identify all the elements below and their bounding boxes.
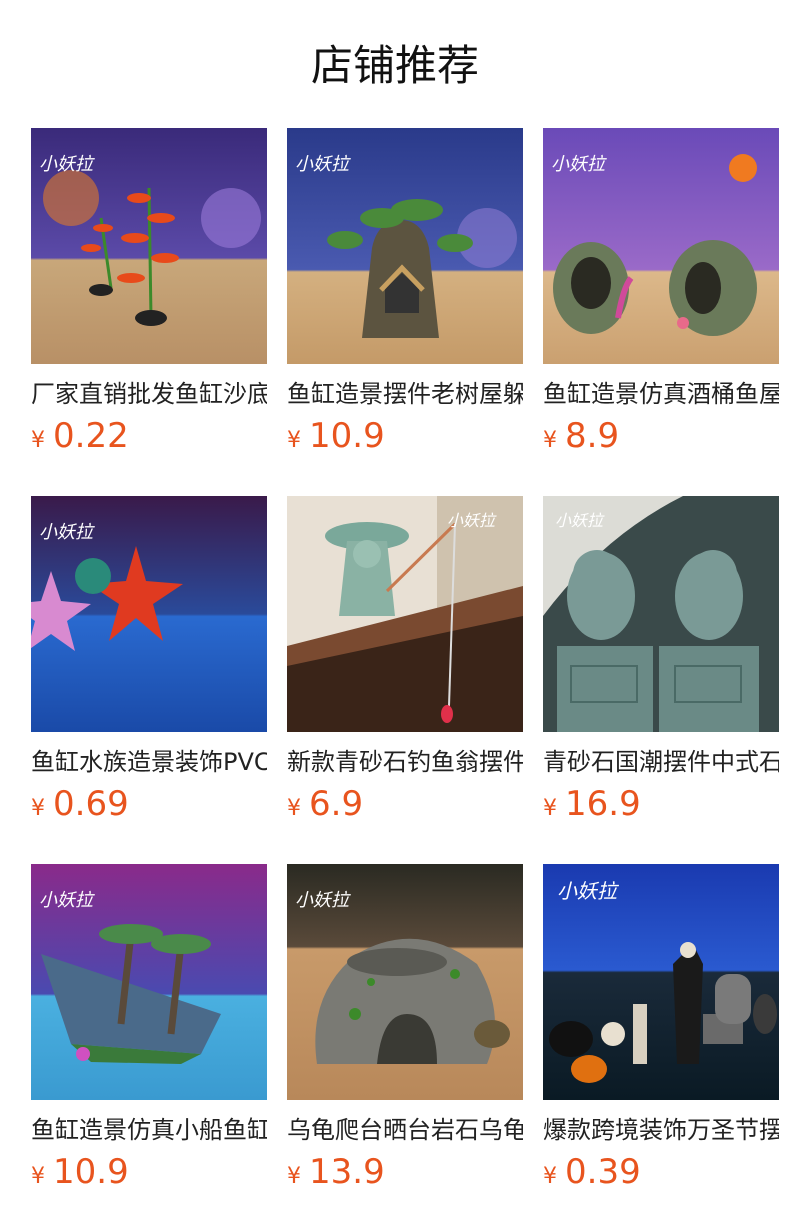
- product-image[interactable]: 小妖拉: [543, 496, 779, 732]
- currency-symbol: ¥: [287, 796, 301, 821]
- svg-text:小妖拉: 小妖拉: [39, 522, 95, 543]
- product-price: ¥10.9: [287, 416, 385, 460]
- svg-text:小妖拉: 小妖拉: [39, 890, 95, 911]
- product-name[interactable]: 乌龟爬台晒台岩石乌龟躲避: [287, 1112, 523, 1148]
- product-image[interactable]: 小妖拉: [287, 864, 523, 1100]
- currency-symbol: ¥: [287, 1164, 301, 1189]
- price-amount: 10.9: [309, 416, 385, 456]
- product-price: ¥13.9: [287, 1152, 385, 1196]
- price-amount: 10.9: [53, 1152, 129, 1192]
- price-amount: 13.9: [309, 1152, 385, 1192]
- product-image[interactable]: 小妖拉: [543, 128, 779, 364]
- product-name[interactable]: 新款青砂石钓鱼翁摆件装饰: [287, 744, 523, 780]
- product-price: ¥0.39: [543, 1152, 641, 1196]
- price-amount: 0.69: [53, 784, 129, 824]
- product-name[interactable]: 鱼缸水族造景装饰PVC海星: [31, 744, 267, 780]
- product-name[interactable]: 鱼缸造景仿真小船鱼缸装饰: [31, 1112, 267, 1148]
- currency-symbol: ¥: [543, 428, 557, 453]
- svg-text:小妖拉: 小妖拉: [295, 890, 351, 911]
- product-price: ¥8.9: [543, 416, 619, 460]
- currency-symbol: ¥: [31, 796, 45, 821]
- product-image[interactable]: 小妖拉: [287, 128, 523, 364]
- price-amount: 0.22: [53, 416, 129, 456]
- product-price: ¥0.69: [31, 784, 129, 828]
- brand-logo: 小妖拉: [295, 154, 351, 175]
- product-image[interactable]: 小妖拉: [31, 496, 267, 732]
- brand-logo: 小妖拉: [551, 154, 607, 175]
- price-amount: 6.9: [309, 784, 364, 824]
- svg-text:小妖拉: 小妖拉: [295, 154, 351, 175]
- product-price: ¥10.9: [31, 1152, 129, 1196]
- brand-logo: 小妖拉: [39, 890, 95, 911]
- svg-text:小妖拉: 小妖拉: [447, 511, 497, 530]
- svg-text:小妖拉: 小妖拉: [551, 154, 607, 175]
- brand-logo: 小妖拉: [555, 511, 605, 530]
- svg-text:小妖拉: 小妖拉: [555, 511, 605, 530]
- product-card[interactable]: 小妖拉 鱼缸水族造景装饰PVC海星 ¥0.69: [31, 496, 267, 836]
- price-amount: 8.9: [565, 416, 620, 456]
- currency-symbol: ¥: [543, 796, 557, 821]
- product-name[interactable]: 厂家直销批发鱼缸沙底水草: [31, 376, 267, 412]
- product-card[interactable]: 小妖拉 鱼缸造景仿真酒桶鱼屋装饰 ¥8.9: [543, 128, 779, 468]
- product-image[interactable]: 小妖拉: [31, 128, 267, 364]
- product-name[interactable]: 青砂石国潮摆件中式石狮子: [543, 744, 779, 780]
- product-card[interactable]: 小妖拉 厂家直销批发鱼缸沙底水草 ¥0.22: [31, 128, 267, 468]
- price-amount: 0.39: [565, 1152, 641, 1192]
- currency-symbol: ¥: [31, 428, 45, 453]
- brand-logo: 小妖拉: [39, 522, 95, 543]
- price-amount: 16.9: [565, 784, 641, 824]
- currency-symbol: ¥: [287, 428, 301, 453]
- product-card[interactable]: 小妖拉 鱼缸造景仿真小船鱼缸装饰 ¥10.9: [31, 864, 267, 1204]
- brand-logo: 小妖拉: [295, 890, 351, 911]
- product-image[interactable]: 小妖拉: [31, 864, 267, 1100]
- product-price: ¥16.9: [543, 784, 641, 828]
- svg-text:小妖拉: 小妖拉: [557, 879, 620, 903]
- product-card[interactable]: 小妖拉 爆款跨境装饰万圣节摆件 ¥0.39: [543, 864, 779, 1204]
- product-card[interactable]: 小妖拉 新款青砂石钓鱼翁摆件装饰 ¥6.9: [287, 496, 523, 836]
- brand-logo: 小妖拉: [39, 154, 95, 175]
- product-name[interactable]: 爆款跨境装饰万圣节摆件: [543, 1112, 779, 1148]
- product-card[interactable]: 小妖拉 乌龟爬台晒台岩石乌龟躲避 ¥13.9: [287, 864, 523, 1204]
- brand-logo: 小妖拉: [447, 511, 497, 530]
- product-card[interactable]: 小妖拉 青砂石国潮摆件中式石狮子 ¥16.9: [543, 496, 779, 836]
- product-name[interactable]: 鱼缸造景仿真酒桶鱼屋装饰: [543, 376, 779, 412]
- product-card[interactable]: 小妖拉 鱼缸造景摆件老树屋躲避屋 ¥10.9: [287, 128, 523, 468]
- brand-logo: 小妖拉: [557, 879, 620, 903]
- product-name[interactable]: 鱼缸造景摆件老树屋躲避屋: [287, 376, 523, 412]
- product-image[interactable]: 小妖拉: [543, 864, 779, 1100]
- product-image[interactable]: 小妖拉: [287, 496, 523, 732]
- svg-text:小妖拉: 小妖拉: [39, 154, 95, 175]
- page-title: 店铺推荐: [310, 41, 479, 90]
- product-price: ¥0.22: [31, 416, 129, 460]
- product-price: ¥6.9: [287, 784, 363, 828]
- currency-symbol: ¥: [31, 1164, 45, 1189]
- currency-symbol: ¥: [543, 1164, 557, 1189]
